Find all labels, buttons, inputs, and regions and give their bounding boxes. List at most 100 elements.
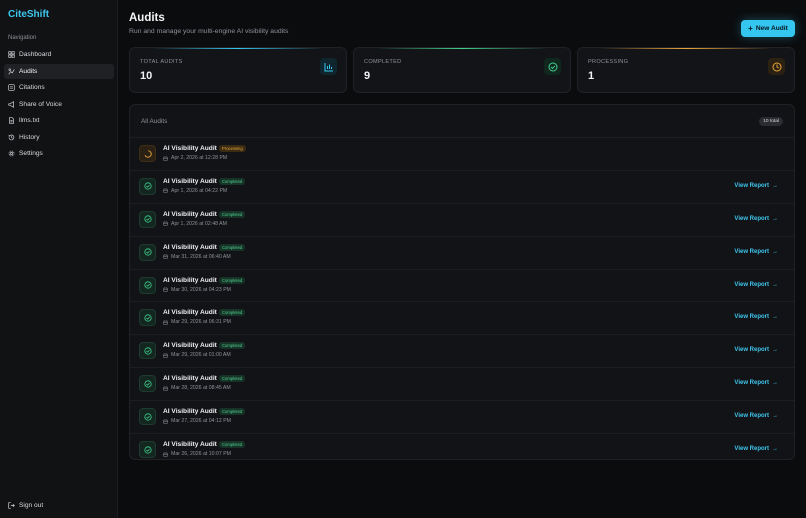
sign-out-icon [8, 502, 15, 509]
status-badge: Processing [219, 145, 246, 152]
audit-date-text: Mar 26, 2026 at 10:07 PM [171, 451, 231, 458]
audits-icon [8, 68, 15, 75]
audit-list: AI Visibility Audit Processing Apr 2, 20… [130, 138, 794, 459]
card-accent-line [599, 48, 773, 49]
sidebar-item-settings[interactable]: Settings [4, 146, 114, 161]
audit-title[interactable]: AI Visibility Audit [163, 244, 217, 251]
sidebar-item-dashboard[interactable]: Dashboard [4, 47, 114, 62]
status-badge: Completed [219, 210, 246, 218]
stat-label: PROCESSING [588, 59, 629, 65]
new-audit-label: New Audit [755, 25, 788, 32]
status-badge: Completed [219, 177, 246, 185]
sidebar-item-audits[interactable]: Audits [4, 63, 114, 79]
sidebar-item-label: Dashboard [19, 51, 52, 58]
plus-icon: + [748, 23, 753, 33]
view-report-label: View Report [734, 446, 769, 453]
sidebar-item-llms-txt[interactable]: llms.txt [4, 113, 114, 128]
audit-row[interactable]: AI Visibility Audit Completed Apr 1, 202… [130, 204, 794, 237]
view-report-label: View Report [734, 215, 769, 222]
brand-logo[interactable]: CiteShift [8, 9, 49, 20]
view-report-link[interactable]: View Report → [734, 446, 778, 452]
audit-title[interactable]: AI Visibility Audit [163, 211, 217, 218]
history-icon [8, 134, 15, 140]
file-icon [9, 117, 14, 124]
audit-title[interactable]: AI Visibility Audit [163, 342, 217, 349]
view-report-label: View Report [734, 182, 769, 189]
arrow-right-icon: → [772, 182, 778, 189]
sidebar-item-label: llms.txt [19, 117, 40, 124]
view-report-link[interactable]: View Report → [734, 282, 778, 288]
audit-title[interactable]: AI Visibility Audit [163, 309, 217, 316]
nav-heading: Navigation [8, 35, 37, 41]
audit-row[interactable]: AI Visibility Audit Completed Mar 26, 20… [130, 434, 794, 459]
view-report-label: View Report [734, 314, 769, 321]
audit-date: Mar 31, 2026 at 06:40 AM [163, 254, 231, 260]
audit-date-text: Mar 28, 2026 at 08:45 AM [171, 385, 231, 392]
audit-title[interactable]: AI Visibility Audit [163, 145, 217, 152]
audit-date-text: Apr 1, 2026 at 02:48 AM [171, 220, 227, 227]
audit-date: Mar 29, 2026 at 06:31 PM [163, 319, 231, 325]
audit-row[interactable]: AI Visibility Audit Completed Mar 27, 20… [130, 401, 794, 435]
check-circle-icon [139, 441, 156, 459]
calendar-icon [163, 353, 168, 358]
calendar-icon [163, 254, 168, 259]
audit-title[interactable]: AI Visibility Audit [163, 441, 217, 448]
sidebar-item-label: History [19, 133, 40, 141]
audit-date-text: Apr 2, 2026 at 12:28 PM [171, 155, 228, 161]
calendar-icon [163, 419, 168, 424]
audit-row[interactable]: AI Visibility Audit Completed Mar 30, 20… [130, 270, 794, 303]
audit-row[interactable]: AI Visibility Audit Completed Mar 29, 20… [130, 335, 794, 369]
page-title: Audits [129, 12, 165, 24]
bar-chart-icon [320, 58, 337, 75]
audit-date-text: Mar 29, 2026 at 06:31 PM [171, 319, 231, 326]
audit-row[interactable]: AI Visibility Audit Completed Mar 29, 20… [130, 302, 794, 336]
sidebar-item-label: Citations [19, 84, 45, 91]
arrow-right-icon: → [772, 248, 778, 255]
audit-row[interactable]: AI Visibility Audit Completed Apr 1, 202… [130, 171, 794, 204]
view-report-label: View Report [734, 347, 769, 354]
audit-row[interactable]: AI Visibility Audit Processing Apr 2, 20… [130, 138, 794, 171]
panel-title: All Audits [141, 118, 168, 125]
total-count-badge: 10 total [759, 117, 783, 126]
view-report-label: View Report [734, 281, 769, 288]
check-circle-icon [139, 375, 156, 393]
stat-card-total: TOTAL AUDITS 10 [129, 47, 347, 93]
stat-card-completed: COMPLETED 9 [353, 47, 571, 93]
audit-title[interactable]: AI Visibility Audit [163, 408, 217, 415]
view-report-link[interactable]: View Report → [734, 183, 778, 189]
view-report-link[interactable]: View Report → [734, 413, 778, 419]
sidebar-item-label: Audits [19, 67, 38, 75]
view-report-link[interactable]: View Report → [734, 216, 778, 222]
audit-date-text: Mar 27, 2026 at 04:12 PM [171, 418, 231, 425]
sidebar: CiteShift Navigation Dashboard Audits Ci… [0, 0, 118, 518]
audit-title[interactable]: AI Visibility Audit [163, 375, 217, 382]
stat-label: TOTAL AUDITS [140, 59, 183, 65]
new-audit-button[interactable]: + New Audit [741, 20, 795, 37]
audit-date-text: Mar 29, 2026 at 01:00 AM [171, 352, 231, 359]
audit-title[interactable]: AI Visibility Audit [163, 277, 217, 284]
arrow-right-icon: → [772, 314, 778, 321]
card-accent-line [375, 48, 549, 49]
view-report-link[interactable]: View Report → [734, 347, 778, 353]
status-badge: Completed [219, 342, 246, 350]
sidebar-item-share-of-voice[interactable]: Share of Voice [4, 97, 114, 112]
view-report-link[interactable]: View Report → [734, 314, 778, 320]
sign-out-button[interactable]: Sign out [8, 502, 43, 509]
dashboard-icon [8, 51, 15, 58]
sidebar-item-label: Share of Voice [19, 100, 62, 108]
audit-row[interactable]: AI Visibility Audit Completed Mar 31, 20… [130, 237, 794, 270]
arrow-right-icon: → [772, 446, 778, 453]
audit-row[interactable]: AI Visibility Audit Completed Mar 28, 20… [130, 368, 794, 402]
sidebar-item-citations[interactable]: Citations [4, 80, 114, 95]
audit-date-text: Mar 30, 2026 at 04:23 PM [171, 286, 231, 293]
stat-value: 10 [140, 70, 153, 82]
citations-icon [8, 84, 15, 91]
audit-title[interactable]: AI Visibility Audit [163, 178, 217, 185]
audit-date: Apr 1, 2026 at 04:22 PM [163, 188, 227, 194]
audit-date: Mar 26, 2026 at 10:07 PM [163, 451, 231, 457]
view-report-link[interactable]: View Report → [734, 380, 778, 386]
audit-date: Mar 27, 2026 at 04:12 PM [163, 418, 231, 424]
panel-header: All Audits 10 total [130, 105, 794, 138]
sidebar-item-history[interactable]: History [4, 130, 114, 145]
view-report-link[interactable]: View Report → [734, 249, 778, 255]
